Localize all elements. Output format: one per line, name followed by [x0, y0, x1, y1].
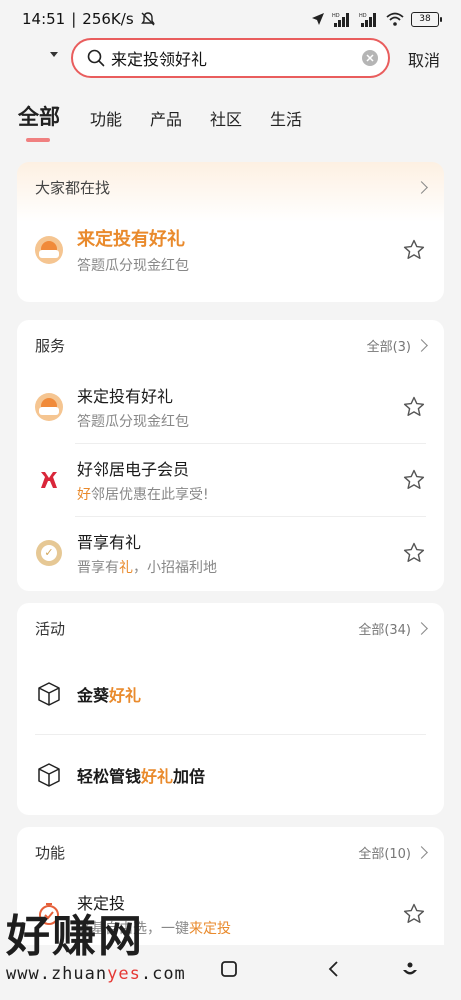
home-button-icon[interactable]	[220, 960, 238, 978]
services-more-link[interactable]: 全部(3)	[366, 336, 428, 355]
title-text: 轻松管钱	[77, 766, 142, 786]
title-text: 加倍	[173, 766, 206, 786]
item-subtitle: 晋享有礼，小招福利地	[77, 557, 402, 577]
item-title: 晋享有礼	[77, 532, 142, 552]
chevron-right-icon	[415, 338, 428, 352]
highlight-text: 好礼	[141, 766, 174, 786]
tab-functions[interactable]: 功能	[90, 98, 122, 130]
item-title: 来定投有好礼	[77, 229, 185, 250]
star-icon[interactable]	[402, 468, 426, 492]
watermark-url: www.zhuanyes.com	[6, 964, 191, 984]
subtitle-text: 邻居优惠在此享受!	[91, 486, 209, 503]
activities-more-link[interactable]: 全部(34)	[358, 619, 428, 638]
services-more-label: 全部(3)	[366, 339, 411, 355]
list-item[interactable]: 轻松管钱好礼加倍	[17, 734, 444, 815]
watermark-url-part: www.zhuan	[6, 964, 108, 984]
popular-header[interactable]: 大家都在找	[17, 162, 444, 212]
services-header: 服务 全部(3)	[17, 320, 444, 370]
watermark-title: 好赚网	[6, 911, 144, 962]
highlight-text: 来定投	[189, 920, 231, 937]
subtitle-text: ，小招福利地	[133, 559, 217, 576]
popular-title: 大家都在找	[35, 178, 111, 197]
search-row: 来定投领好礼 取消	[0, 38, 461, 78]
tab-life[interactable]: 生活	[270, 98, 302, 130]
activities-header: 活动 全部(34)	[17, 603, 444, 653]
functions-more-link[interactable]: 全部(10)	[358, 843, 428, 862]
list-item[interactable]: 来定投有好礼 答题瓜分现金红包	[17, 212, 444, 288]
search-icon	[87, 49, 105, 67]
activities-card: 活动 全部(34) 金葵好礼 轻松管钱好礼加倍	[17, 603, 444, 815]
category-tabs: 全部 功能 产品 社区 生活	[18, 98, 330, 148]
chevron-down-icon[interactable]	[50, 52, 58, 57]
item-title: 金葵好礼	[77, 682, 426, 706]
watermark-url-part: .com	[140, 964, 186, 984]
services-title: 服务	[35, 336, 66, 355]
chevron-right-icon	[415, 180, 428, 194]
status-time: 14:51	[22, 10, 66, 28]
item-title: 轻松管钱好礼加倍	[77, 763, 426, 787]
clear-icon[interactable]	[362, 50, 378, 66]
dingtou-gift-icon	[35, 392, 63, 421]
status-speed: 256K/s	[82, 10, 134, 28]
status-bar: 14:51 | 256K/s HD HD 38	[0, 0, 461, 38]
check-badge-icon: ✓	[36, 539, 62, 566]
activities-more-label: 全部(34)	[358, 622, 411, 638]
neighbor-logo-icon	[41, 471, 57, 488]
dingtou-gift-icon	[35, 236, 63, 264]
tab-community[interactable]: 社区	[210, 98, 242, 130]
status-divider: |	[71, 10, 77, 28]
item-subtitle: 答题瓜分现金红包	[77, 258, 189, 274]
chevron-right-icon	[415, 845, 428, 859]
functions-more-label: 全部(10)	[358, 846, 411, 862]
assistant-button-icon[interactable]	[400, 960, 420, 980]
star-icon[interactable]	[402, 541, 426, 565]
tab-products[interactable]: 产品	[150, 98, 182, 130]
functions-header: 功能 全部(10)	[17, 827, 444, 877]
search-input[interactable]: 来定投领好礼	[71, 38, 390, 78]
mute-icon	[140, 12, 155, 26]
popular-searches-card: 大家都在找 来定投有好礼 答题瓜分现金红包	[17, 162, 444, 302]
highlight-text: 礼	[119, 559, 133, 576]
highlight-text: 好礼	[109, 685, 142, 705]
activities-title: 活动	[35, 619, 66, 638]
subtitle-text: 晋享有	[77, 559, 119, 576]
item-subtitle: 好邻居优惠在此享受!	[77, 484, 402, 504]
star-icon[interactable]	[402, 395, 426, 419]
list-item[interactable]: 来定投有好礼 答题瓜分现金红包	[17, 370, 444, 443]
title-text: 金葵	[77, 685, 110, 705]
wifi-icon	[386, 12, 404, 26]
signal-hd-icon: HD	[359, 12, 376, 27]
svg-text:HD: HD	[332, 13, 340, 19]
box-icon	[38, 681, 60, 706]
chevron-right-icon	[415, 621, 428, 635]
highlight-text: 好	[77, 486, 91, 503]
functions-title: 功能	[35, 843, 66, 862]
list-item[interactable]: 好邻居电子会员 好邻居优惠在此享受!	[17, 443, 444, 516]
watermark: 好赚网 www.zhuanyes.com	[6, 910, 191, 992]
box-icon	[38, 762, 60, 787]
battery-level: 38	[419, 14, 431, 24]
item-subtitle: 答题瓜分现金红包	[77, 413, 189, 430]
location-icon	[312, 13, 324, 25]
list-item[interactable]: 金葵好礼	[17, 653, 444, 734]
signal-hd-icon: HD	[332, 12, 349, 27]
star-icon[interactable]	[402, 902, 426, 926]
battery-icon: 38	[411, 11, 442, 27]
item-title: 好邻居电子会员	[77, 459, 190, 479]
tab-all[interactable]: 全部	[18, 98, 60, 131]
cancel-button[interactable]: 取消	[408, 47, 440, 71]
svg-text:HD: HD	[359, 13, 367, 19]
back-button-icon[interactable]	[326, 960, 342, 978]
item-title: 来定投有好礼	[77, 386, 174, 406]
star-icon[interactable]	[402, 238, 426, 262]
watermark-url-highlight: yes	[107, 964, 141, 984]
active-tab-indicator	[26, 138, 50, 142]
search-query[interactable]: 来定投领好礼	[111, 46, 362, 70]
list-item[interactable]: ✓ 晋享有礼 晋享有礼，小招福利地	[17, 516, 444, 589]
services-card: 服务 全部(3) 来定投有好礼 答题瓜分现金红包 好邻居电子会员 好邻居优惠在此…	[17, 320, 444, 591]
